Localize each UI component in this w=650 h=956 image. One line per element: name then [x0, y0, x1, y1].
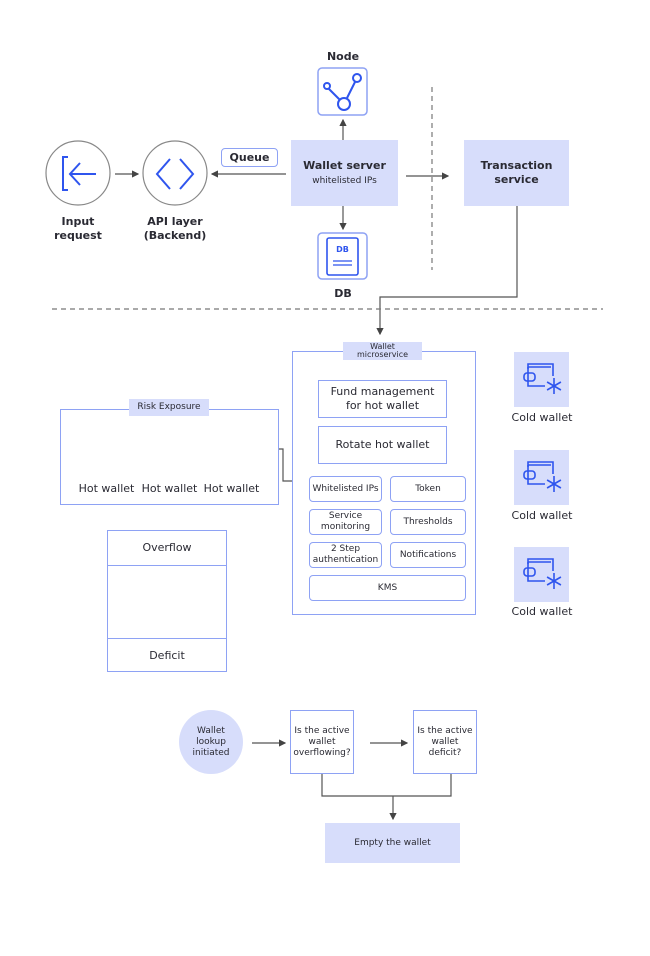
cold-wallet-label: Cold wallet: [511, 509, 573, 522]
cold-wallet-tile: [514, 450, 569, 505]
merge-line: [321, 774, 452, 797]
empty-wallet-box: Empty the wallet: [325, 823, 460, 863]
feature-token: Token: [390, 476, 466, 502]
wallet-server-title: Wallet server: [303, 159, 386, 172]
feature-whitelisted-ips: Whitelisted IPs: [309, 476, 382, 502]
risk-exposure-title: Risk Exposure: [129, 399, 209, 416]
decision-overflowing: Is the active wallet overflowing?: [290, 710, 354, 774]
arrow-transaction-microservice: [376, 206, 518, 336]
hot-wallet-label: Hot wallet: [141, 482, 198, 495]
cold-wallet-tile: [514, 547, 569, 602]
cold-wallet-label: Cold wallet: [511, 605, 573, 618]
decision-deficit: Is the active wallet deficit?: [413, 710, 477, 774]
hot-wallet-label: Hot wallet: [78, 482, 135, 495]
feature-notifications: Notifications: [390, 542, 466, 568]
wallet-microservice-title: Wallet microservice: [343, 342, 422, 360]
api-layer-circle: [142, 140, 208, 206]
input-request-label: Input request: [54, 215, 102, 242]
api-layer-label: API layer (Backend): [143, 215, 207, 242]
wallet-server-box: Wallet server whitelisted IPs: [291, 140, 398, 206]
db-label: DB: [334, 287, 352, 300]
overflow-section: Overflow: [107, 530, 227, 566]
feature-thresholds: Thresholds: [390, 509, 466, 535]
cold-wallet-tile: [514, 352, 569, 407]
hot-wallet-label: Hot wallet: [203, 482, 260, 495]
kms-box: KMS: [309, 575, 466, 601]
fund-management-box: Fund management for hot wallet: [318, 380, 447, 418]
rotate-hot-wallet-box: Rotate hot wallet: [318, 426, 447, 464]
transaction-service-box: Transaction service: [464, 140, 569, 206]
deficit-section: Deficit: [107, 638, 227, 672]
cold-wallet-label: Cold wallet: [511, 411, 573, 424]
feature-2-step-authentication: 2 Step authentication: [309, 542, 382, 568]
queue-box: Queue: [221, 148, 278, 167]
node-label: Node: [326, 50, 360, 63]
wallet-lookup-start: Wallet lookup initiated: [179, 710, 243, 774]
db-icon-text: DB: [336, 245, 349, 254]
feature-service-monitoring: Service monitoring: [309, 509, 382, 535]
wallet-server-subtitle: whitelisted IPs: [312, 176, 377, 186]
